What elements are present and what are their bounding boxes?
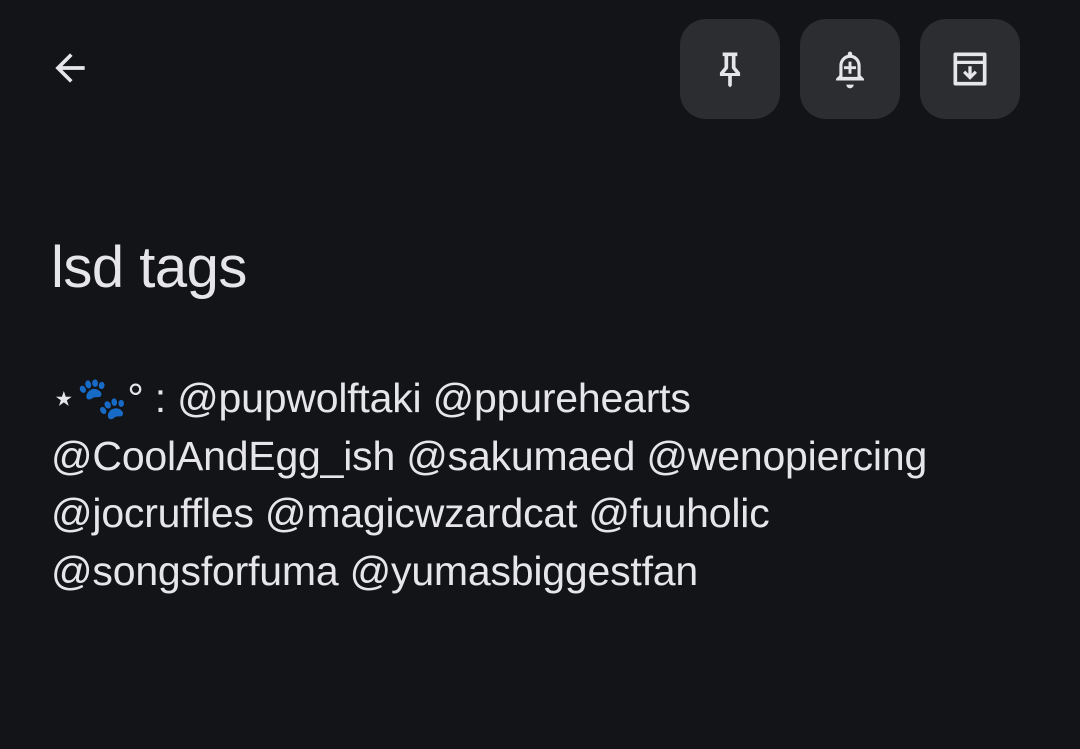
note-body-line: @CoolAndEgg_ish @sakumaed @wenopiercing [51, 432, 928, 479]
pin-button[interactable] [680, 19, 780, 119]
arrow-back-icon [48, 46, 92, 90]
pin-icon [708, 47, 752, 91]
reminder-button[interactable] [800, 19, 900, 119]
archive-icon [948, 47, 992, 91]
note-body-line: ⋆🐾° : @pupwolftaki @ppurehearts [51, 375, 691, 421]
note-body-line: @jocruffles @magicwzardcat @fuuholic [51, 490, 770, 536]
note-editor-screen: lsd tags ⋆🐾° : @pupwolftaki @ppurehearts… [0, 0, 1080, 749]
back-button[interactable] [30, 28, 110, 108]
note-body[interactable]: ⋆🐾° : @pupwolftaki @ppurehearts @CoolAnd… [51, 370, 1041, 600]
bell-plus-icon [828, 47, 872, 91]
archive-button[interactable] [920, 19, 1020, 119]
note-title[interactable]: lsd tags [51, 232, 247, 304]
note-body-line: @songsforfuma @yumasbiggestfan [51, 547, 698, 594]
